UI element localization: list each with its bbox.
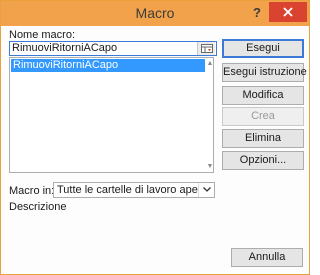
range-selector-icon	[201, 44, 213, 53]
cancel-button[interactable]: Annulla	[231, 248, 303, 267]
macros-in-label: Macro in:	[9, 185, 55, 197]
edit-button[interactable]: Modifica	[222, 86, 304, 105]
macros-in-select[interactable]: Tutte le cartelle di lavoro aperte	[53, 182, 215, 198]
run-button[interactable]: Esegui	[222, 39, 304, 58]
scroll-up-icon[interactable]: ▲	[206, 60, 214, 68]
macro-dialog: Macro ? Nome macro: RimuoviRitorniACapo …	[0, 0, 310, 275]
collapse-dialog-button[interactable]	[197, 42, 215, 55]
description-label: Descrizione	[9, 201, 67, 213]
macro-list-item[interactable]: RimuoviRitorniACapo	[11, 59, 205, 72]
create-button[interactable]: Crea	[222, 107, 304, 126]
macro-list[interactable]: RimuoviRitorniACapo ▲ ▼	[9, 57, 214, 173]
scroll-down-icon[interactable]: ▼	[206, 163, 214, 171]
chevron-down-icon	[203, 187, 211, 192]
macro-name-label: Nome macro:	[9, 29, 76, 41]
step-into-button[interactable]: Esegui istruzione	[222, 63, 307, 82]
dropdown-button[interactable]	[198, 183, 214, 197]
help-button[interactable]: ?	[247, 3, 267, 23]
macro-name-input[interactable]: RimuoviRitorniACapo	[9, 41, 217, 56]
close-icon	[283, 7, 293, 17]
close-button[interactable]	[269, 2, 307, 22]
title-bar[interactable]: Macro ?	[1, 1, 309, 26]
delete-button[interactable]: Elimina	[222, 129, 304, 148]
options-button[interactable]: Opzioni...	[222, 151, 304, 170]
